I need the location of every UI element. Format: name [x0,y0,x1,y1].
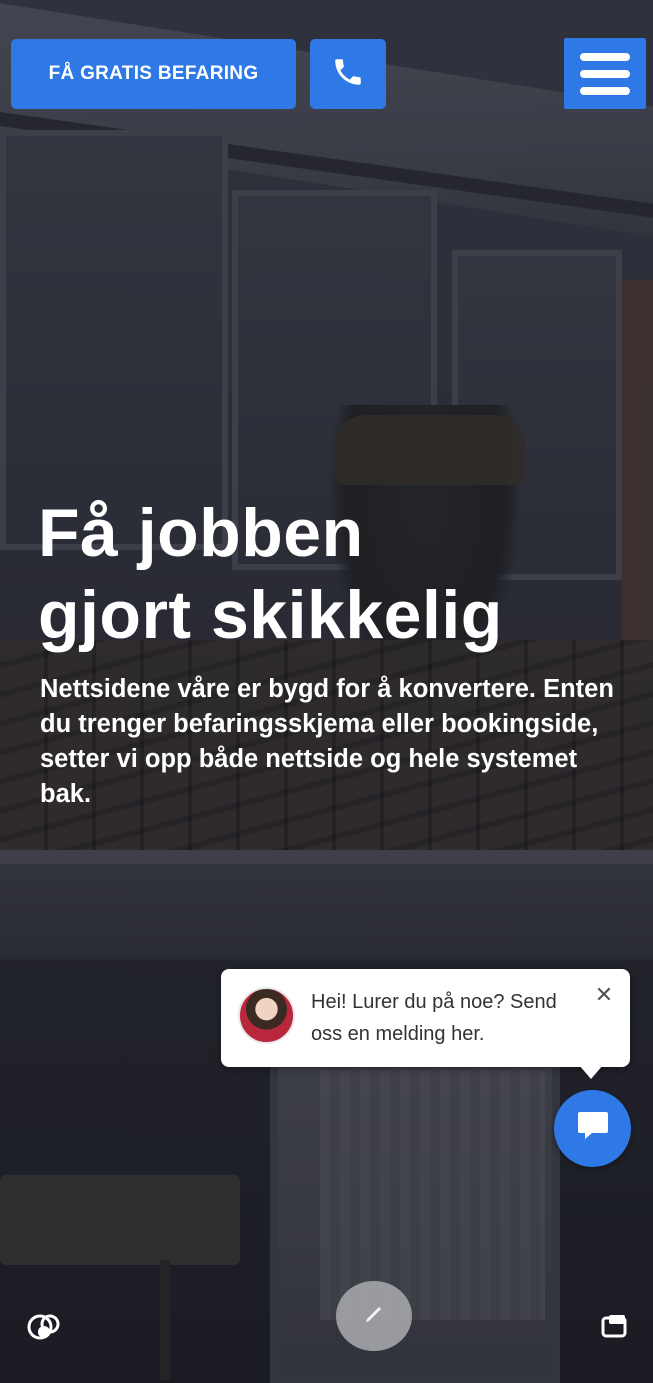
hero-headline: Få jobben gjort skikkelig [38,492,638,656]
hamburger-menu-icon [580,52,630,61]
edit-pen-icon [361,1301,387,1332]
edit-button[interactable] [336,1281,412,1351]
chat-message: Hei! Lurer du på noe? Send oss en meldin… [311,991,557,1045]
chat-bubble-icon [576,1110,610,1147]
close-icon[interactable]: ✕ [594,984,614,1006]
menu-button[interactable] [564,38,646,109]
phone-icon [331,55,365,94]
hero-headline-line1: Få jobben [38,495,364,571]
hero-headline-line2: gjort skikkelig [38,577,503,653]
screenshot-icon[interactable] [601,1314,629,1338]
chat-popup[interactable]: Hei! Lurer du på noe? Send oss en meldin… [221,969,630,1079]
free-inspection-button[interactable]: FÅ GRATIS BEFARING [11,39,296,109]
agent-avatar [238,987,295,1044]
chat-open-button[interactable] [554,1090,631,1167]
bubbles-icon[interactable] [26,1310,64,1344]
free-inspection-label: FÅ GRATIS BEFARING [48,63,259,84]
hero-subtext: Nettsidene våre er bygd for å konvertere… [40,675,614,808]
call-button[interactable] [310,39,386,109]
